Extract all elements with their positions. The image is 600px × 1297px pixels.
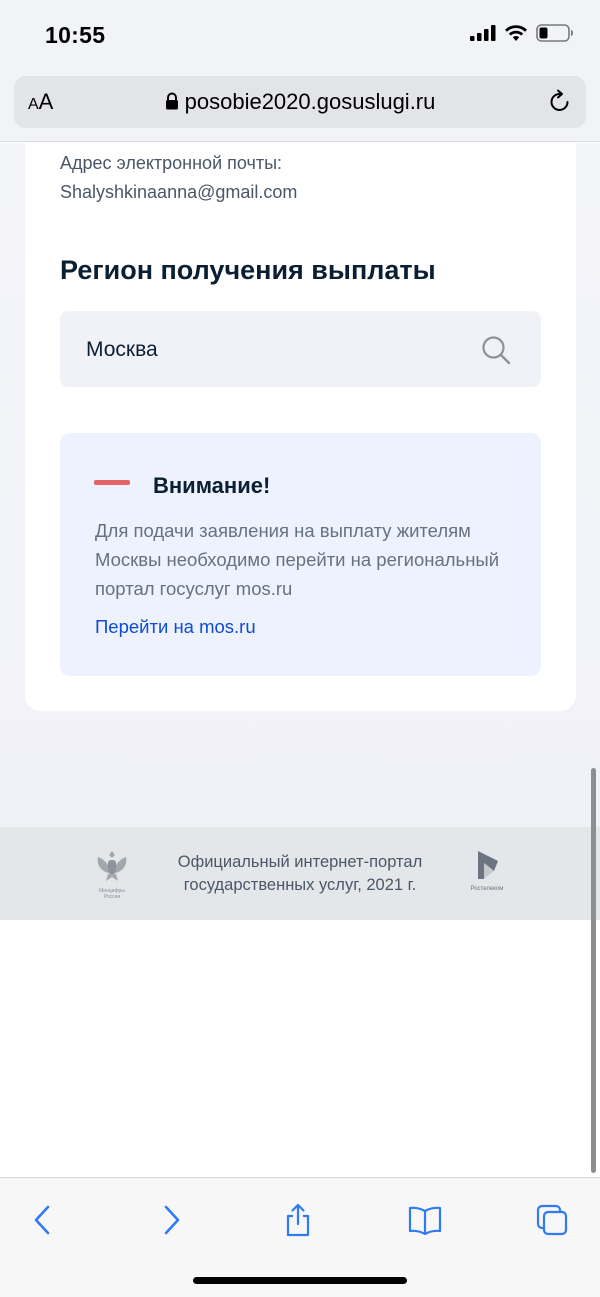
region-title: Регион получения выплаты — [60, 255, 436, 285]
status-time: 10:55 — [45, 22, 106, 48]
share-icon[interactable] — [278, 1200, 318, 1240]
browser-address-area: AA posobie2020.gosuslugi.ru — [0, 70, 600, 142]
rostelecom-logo: Ростелеком — [462, 849, 512, 893]
status-bar: 10:55 — [0, 0, 600, 70]
signal-icon — [470, 25, 496, 46]
notice-accent-bar — [94, 480, 130, 485]
tabs-icon[interactable] — [532, 1200, 572, 1240]
page-scrollbar[interactable] — [591, 768, 596, 1173]
wifi-icon — [504, 24, 528, 47]
footer-copyright: Официальный интернет-портал государствен… — [177, 853, 423, 894]
email-value: Shalyshkinaanna@gmail.com — [60, 182, 298, 202]
address-bar[interactable]: AA posobie2020.gosuslugi.ru — [14, 76, 586, 128]
battery-icon — [536, 24, 574, 47]
reload-icon[interactable] — [548, 89, 572, 120]
mintsifry-logo: Минцифры России — [90, 849, 134, 900]
forward-icon[interactable] — [152, 1200, 192, 1240]
email-label: Адрес электронной почты: — [60, 153, 283, 173]
attention-notice: Внимание! Для подачи заявления на выплат… — [60, 433, 541, 676]
notice-text: Для подачи заявления на выплату жителям … — [95, 520, 500, 599]
status-icons — [470, 24, 574, 47]
lock-icon — [165, 90, 179, 116]
url-display[interactable]: posobie2020.gosuslugi.ru — [14, 89, 586, 116]
notice-title: Внимание! — [153, 473, 271, 498]
rostelecom-icon — [478, 851, 498, 879]
bookmarks-icon[interactable] — [405, 1200, 445, 1240]
home-indicator — [193, 1277, 407, 1284]
url-text: posobie2020.gosuslugi.ru — [184, 89, 436, 114]
back-icon[interactable] — [22, 1200, 62, 1240]
eagle-emblem-icon — [97, 851, 127, 881]
footer: Минцифры России Официальный интернет-пор… — [0, 827, 600, 920]
search-icon[interactable] — [481, 335, 511, 370]
region-search-value: Москва — [86, 338, 158, 361]
region-search-input[interactable]: Москва — [60, 311, 541, 387]
mos-ru-link[interactable]: Перейти на mos.ru — [95, 616, 256, 638]
